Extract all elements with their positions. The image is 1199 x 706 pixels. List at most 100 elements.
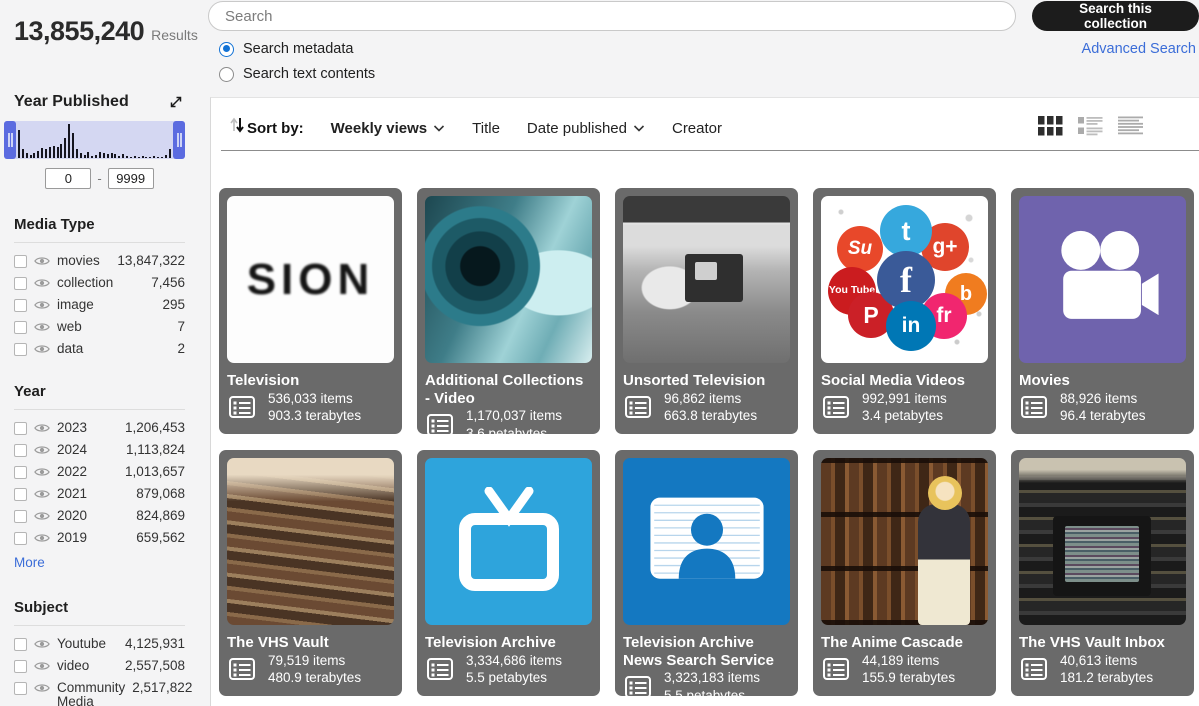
facet-label[interactable]: web xyxy=(57,320,82,334)
search-input[interactable] xyxy=(208,1,1016,31)
facet-checkbox[interactable] xyxy=(14,682,27,695)
facet-checkbox[interactable] xyxy=(14,660,27,673)
collection-card-the-vhs-vault-inbox[interactable]: The VHS Vault Inbox 40,613 items 181.2 t… xyxy=(1011,450,1194,696)
sort-option-creator[interactable]: Creator xyxy=(672,120,722,137)
list-view-icon[interactable] xyxy=(1078,116,1103,136)
year-min-input[interactable] xyxy=(45,168,91,189)
eye-icon[interactable] xyxy=(34,466,50,478)
facet-row-2019: 2019 659,562 xyxy=(14,531,185,545)
eye-icon[interactable] xyxy=(34,255,50,267)
item-list-icon xyxy=(625,676,651,698)
collection-thumbnail xyxy=(623,458,790,625)
linkedin-icon: in xyxy=(886,301,936,351)
collection-card-television-archive[interactable]: Television Archive 3,334,686 items 5.5 p… xyxy=(417,450,600,696)
histogram-right-handle[interactable] xyxy=(173,121,185,159)
facet-label[interactable]: image xyxy=(57,298,94,312)
eye-icon[interactable] xyxy=(34,510,50,522)
facet-row-youtube: Youtube 4,125,931 xyxy=(14,637,185,651)
sort-direction-icon[interactable] xyxy=(229,114,245,141)
facet-label[interactable]: 2020 xyxy=(57,509,87,523)
facet-checkbox[interactable] xyxy=(14,255,27,268)
collection-card-unsorted-television[interactable]: Unsorted Television 96,862 items 663.8 t… xyxy=(615,188,798,434)
radio-label: Search text contents xyxy=(243,66,375,82)
collection-card-the-vhs-vault[interactable]: The VHS Vault 79,519 items 480.9 terabyt… xyxy=(219,450,402,696)
eye-icon[interactable] xyxy=(34,422,50,434)
sort-option-label: Creator xyxy=(672,120,722,137)
eye-icon[interactable] xyxy=(34,321,50,333)
facet-label[interactable]: 2024 xyxy=(57,443,87,457)
facet-label[interactable]: movies xyxy=(57,254,100,268)
facet-label[interactable]: 2019 xyxy=(57,531,87,545)
facet-checkbox[interactable] xyxy=(14,321,27,334)
item-list-icon xyxy=(823,396,849,418)
facet-count: 2,517,822 xyxy=(132,681,192,695)
collection-size: 3.6 petabytes xyxy=(466,425,562,443)
collection-card-social-media-videos[interactable]: Su t g+ You Tube f b P in fr Social Medi… xyxy=(813,188,996,434)
sort-option-label: Weekly views xyxy=(331,120,427,137)
collection-card-the-anime-cascade[interactable]: The Anime Cascade 44,189 items 155.9 ter… xyxy=(813,450,996,696)
facet-label[interactable]: 2021 xyxy=(57,487,87,501)
expand-icon[interactable] xyxy=(167,93,185,111)
facet-checkbox[interactable] xyxy=(14,422,27,435)
facet-label[interactable]: data xyxy=(57,342,83,356)
more-years-link[interactable]: More xyxy=(14,555,45,570)
year-published-title: Year Published xyxy=(14,93,129,111)
facet-label[interactable]: Community Media xyxy=(57,681,125,706)
facet-checkbox[interactable] xyxy=(14,466,27,479)
sort-option-title[interactable]: Title xyxy=(472,120,500,137)
compact-view-icon[interactable] xyxy=(1118,116,1143,136)
facet-checkbox[interactable] xyxy=(14,299,27,312)
facet-checkbox[interactable] xyxy=(14,277,27,290)
facet-checkbox[interactable] xyxy=(14,488,27,501)
collection-card-television[interactable]: SION Television 536,033 items 903.3 tera… xyxy=(219,188,402,434)
item-list-icon xyxy=(1021,396,1047,418)
search-metadata-radio[interactable]: Search metadata xyxy=(219,41,353,57)
facet-checkbox[interactable] xyxy=(14,444,27,457)
search-text-contents-radio[interactable]: Search text contents xyxy=(219,66,375,82)
eye-icon[interactable] xyxy=(34,638,50,650)
eye-icon[interactable] xyxy=(34,444,50,456)
search-collection-button[interactable]: Search this collection xyxy=(1032,1,1199,31)
year-max-input[interactable] xyxy=(108,168,154,189)
grid-view-icon[interactable] xyxy=(1038,116,1063,136)
facet-count: 13,847,322 xyxy=(117,254,185,268)
results-count: 13,855,240 xyxy=(14,16,144,47)
sort-option-date-published[interactable]: Date published xyxy=(527,120,645,137)
facet-row-movies: movies 13,847,322 xyxy=(14,254,185,268)
facet-label[interactable]: 2022 xyxy=(57,465,87,479)
facet-checkbox[interactable] xyxy=(14,510,27,523)
collection-card-additional-collections-video[interactable]: Additional Collections - Video 1,170,037… xyxy=(417,188,600,434)
item-list-icon xyxy=(229,396,255,418)
sort-option-weekly-views[interactable]: Weekly views xyxy=(331,120,445,137)
eye-icon[interactable] xyxy=(34,299,50,311)
facet-label[interactable]: 2023 xyxy=(57,421,87,435)
eye-icon[interactable] xyxy=(34,277,50,289)
year-histogram[interactable] xyxy=(4,121,185,159)
collection-item-count: 96,862 items xyxy=(664,390,757,408)
eye-icon[interactable] xyxy=(34,682,50,694)
facet-label[interactable]: video xyxy=(57,659,89,673)
facet-count: 879,068 xyxy=(136,487,185,501)
collection-thumbnail xyxy=(623,196,790,363)
facet-label[interactable]: Youtube xyxy=(57,637,106,651)
histogram-left-handle[interactable] xyxy=(4,121,16,159)
facet-checkbox[interactable] xyxy=(14,343,27,356)
collection-title: Television xyxy=(227,372,394,390)
item-list-icon xyxy=(1021,658,1047,680)
facet-checkbox[interactable] xyxy=(14,638,27,651)
facet-checkbox[interactable] xyxy=(14,532,27,545)
eye-icon[interactable] xyxy=(34,488,50,500)
collection-item-count: 536,033 items xyxy=(268,390,361,408)
collection-thumbnail xyxy=(1019,196,1186,363)
stumbleupon-icon: Su xyxy=(837,226,883,272)
facet-label[interactable]: collection xyxy=(57,276,113,290)
collection-title: Social Media Videos xyxy=(821,372,988,390)
collection-card-television-archive-news-search-service[interactable]: Television Archive News Search Service 3… xyxy=(615,450,798,696)
facet-count: 4,125,931 xyxy=(125,637,185,651)
eye-icon[interactable] xyxy=(34,343,50,355)
collection-card-movies[interactable]: Movies 88,926 items 96.4 terabytes xyxy=(1011,188,1194,434)
eye-icon[interactable] xyxy=(34,660,50,672)
advanced-search-link[interactable]: Advanced Search xyxy=(1082,41,1196,57)
eye-icon[interactable] xyxy=(34,532,50,544)
collection-size: 5.5 petabytes xyxy=(664,687,760,705)
